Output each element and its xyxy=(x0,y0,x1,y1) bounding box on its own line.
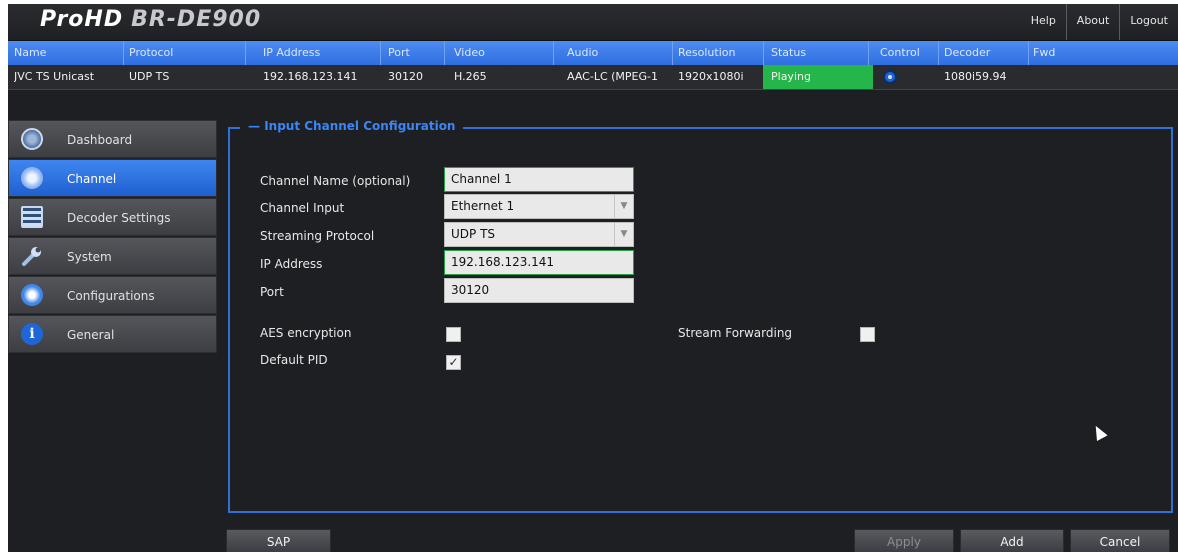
sidebar-item-general[interactable]: i General xyxy=(8,315,217,353)
port-field[interactable]: 30120 xyxy=(444,278,634,303)
about-link[interactable]: About xyxy=(1065,4,1120,40)
sidebar-item-configurations[interactable]: Configurations xyxy=(8,276,217,314)
wrench-icon xyxy=(22,247,41,266)
apply-button[interactable]: Apply xyxy=(854,529,954,552)
ip-address-value: 192.168.123.141 xyxy=(451,255,555,269)
row-resolution: 1920x1080i xyxy=(678,70,744,83)
row-decoder: 1080i59.94 xyxy=(944,70,1007,83)
col-video[interactable]: Video xyxy=(454,41,534,65)
row-ip: 192.168.123.141 xyxy=(263,70,358,83)
default-pid-checkbox[interactable]: ✓ xyxy=(446,355,461,370)
sidebar-item-decoder-settings[interactable]: Decoder Settings xyxy=(8,198,217,236)
row-fwd xyxy=(1033,65,1083,89)
header-links: Help About Logout xyxy=(1021,4,1178,40)
col-audio[interactable]: Audio xyxy=(567,41,657,65)
logo-model: BR-DE900 xyxy=(131,7,262,32)
dashboard-icon xyxy=(21,128,43,150)
sidebar-item-label: General xyxy=(67,328,115,342)
chevron-down-icon[interactable]: ▼ xyxy=(614,195,633,218)
port-label: Port xyxy=(260,285,284,299)
row-port: 30120 xyxy=(388,70,423,83)
row-audio: AAC-LC (MPEG-1 xyxy=(567,70,658,83)
stream-forwarding-checkbox[interactable] xyxy=(860,327,875,342)
sidebar-item-channel[interactable]: Channel xyxy=(8,159,217,197)
channel-input-value: Ethernet 1 xyxy=(451,199,515,213)
checkmark-icon: ✓ xyxy=(448,355,459,369)
decoder-settings-icon xyxy=(21,206,43,228)
input-channel-configuration-panel: Input Channel Configuration Channel Name… xyxy=(228,119,1173,513)
table-row[interactable]: JVC TS Unicast UDP TS 192.168.123.141 30… xyxy=(8,65,1178,90)
status-badge: Playing xyxy=(763,65,873,89)
add-button[interactable]: Add xyxy=(960,529,1064,552)
product-logo: ProHD BR-DE900 xyxy=(40,7,261,32)
sidebar-item-label: Channel xyxy=(67,172,117,186)
row-protocol: UDP TS xyxy=(129,70,170,83)
col-status[interactable]: Status xyxy=(771,41,851,65)
sidebar-item-system[interactable]: System xyxy=(8,237,217,275)
channel-icon xyxy=(21,167,43,189)
sidebar-item-label: Dashboard xyxy=(67,133,133,147)
channel-input-select[interactable]: Ethernet 1 ▼ xyxy=(444,194,634,219)
sidebar-item-label: Decoder Settings xyxy=(67,211,171,225)
col-name[interactable]: Name xyxy=(14,41,114,65)
sidebar: Dashboard Channel Decoder Settings Syste… xyxy=(8,120,217,354)
col-fwd[interactable]: Fwd xyxy=(1033,41,1083,65)
col-resolution[interactable]: Resolution xyxy=(678,41,758,65)
stream-forwarding-label: Stream Forwarding xyxy=(678,326,793,340)
row-name: JVC TS Unicast xyxy=(14,70,95,83)
chevron-down-icon[interactable]: ▼ xyxy=(614,223,633,246)
ip-address-label: IP Address xyxy=(260,257,323,271)
sap-button[interactable]: SAP xyxy=(226,529,331,552)
help-link[interactable]: Help xyxy=(1021,4,1066,40)
gear-icon xyxy=(21,284,43,306)
logout-link[interactable]: Logout xyxy=(1119,4,1178,40)
col-decoder[interactable]: Decoder xyxy=(944,41,1024,65)
info-icon: i xyxy=(21,323,43,345)
channel-name-label: Channel Name (optional) xyxy=(260,174,411,188)
row-video: H.265 xyxy=(454,70,487,83)
aes-encryption-label: AES encryption xyxy=(260,326,352,340)
logo-prefix: ProHD xyxy=(40,7,124,32)
sidebar-item-label: Configurations xyxy=(67,289,155,303)
port-value: 30120 xyxy=(451,283,490,297)
col-protocol[interactable]: Protocol xyxy=(129,41,229,65)
sidebar-item-dashboard[interactable]: Dashboard xyxy=(8,120,217,158)
stop-button-icon[interactable] xyxy=(883,70,897,84)
col-control[interactable]: Control xyxy=(880,41,940,65)
cancel-button[interactable]: Cancel xyxy=(1070,529,1170,552)
panel-title: Input Channel Configuration xyxy=(240,119,464,133)
aes-encryption-checkbox[interactable] xyxy=(446,327,461,342)
top-header: ProHD BR-DE900 Help About Logout xyxy=(8,4,1178,41)
col-ip-address[interactable]: IP Address xyxy=(263,41,373,65)
channel-name-field[interactable]: Channel 1 xyxy=(444,167,634,192)
default-pid-label: Default PID xyxy=(260,353,328,367)
channel-input-label: Channel Input xyxy=(260,201,345,215)
channel-name-value: Channel 1 xyxy=(451,172,512,186)
col-port[interactable]: Port xyxy=(388,41,438,65)
streaming-protocol-select[interactable]: UDP TS ▼ xyxy=(444,222,634,247)
streaming-protocol-label: Streaming Protocol xyxy=(260,229,375,243)
ip-address-field[interactable]: 192.168.123.141 xyxy=(444,250,634,275)
app-window: ProHD BR-DE900 Help About Logout Name Pro… xyxy=(8,4,1178,552)
sidebar-item-label: System xyxy=(67,250,112,264)
channel-table-header: Name Protocol IP Address Port Video Audi… xyxy=(8,41,1178,65)
streaming-protocol-value: UDP TS xyxy=(451,227,496,241)
